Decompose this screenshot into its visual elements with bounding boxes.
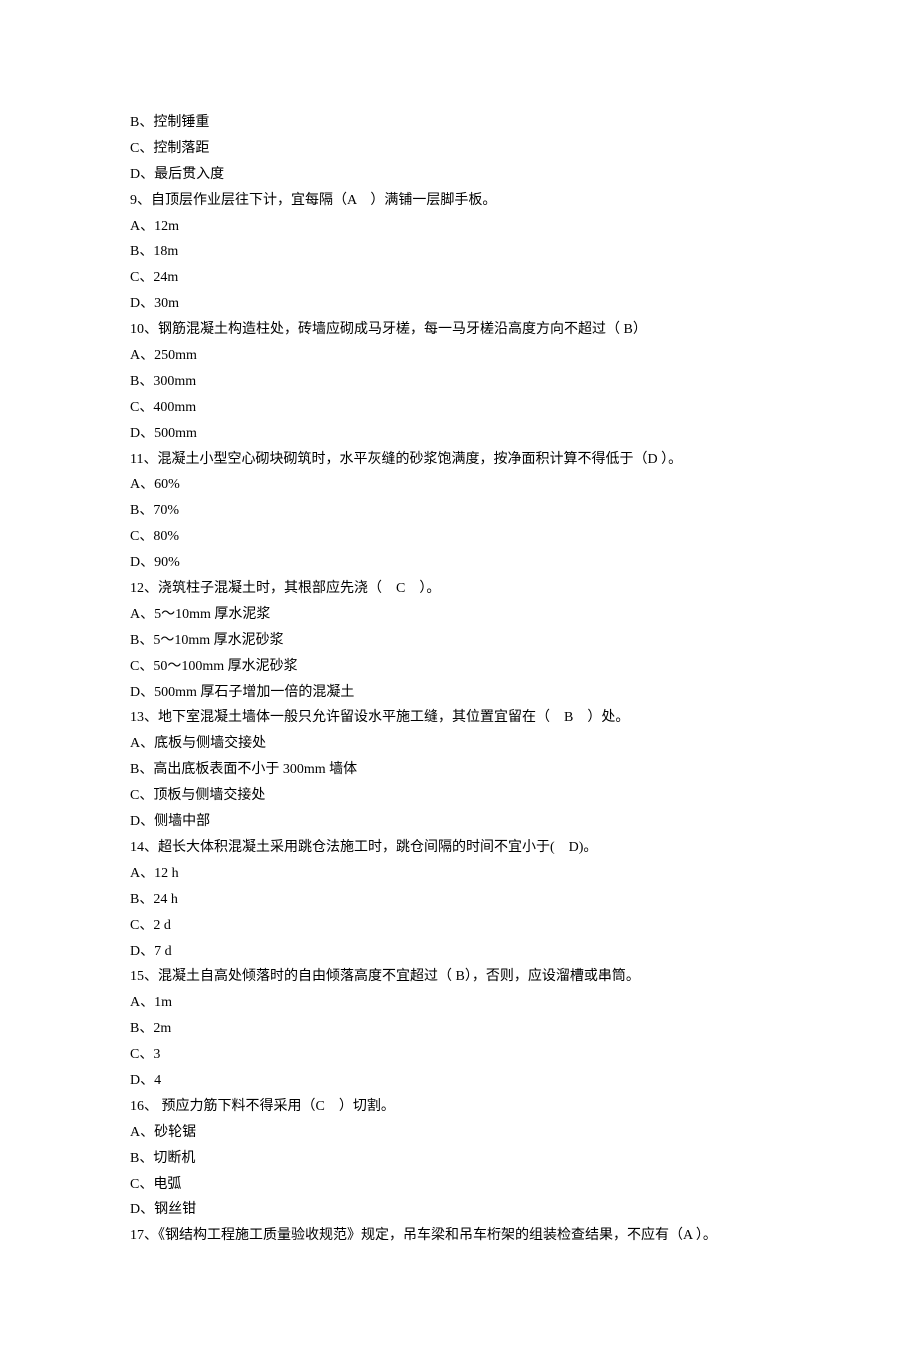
- text-line: A、12m: [130, 214, 790, 240]
- text-line: D、500mm 厚石子增加一倍的混凝土: [130, 680, 790, 706]
- text-line: 11、混凝土小型空心砌块砌筑时，水平灰缝的砂浆饱满度，按净面积计算不得低于（D …: [130, 447, 790, 473]
- text-line: B、2m: [130, 1016, 790, 1042]
- text-line: A、60%: [130, 472, 790, 498]
- text-line: A、1m: [130, 990, 790, 1016]
- text-line: A、250mm: [130, 343, 790, 369]
- text-line: C、2 d: [130, 913, 790, 939]
- text-line: B、高出底板表面不小于 300mm 墙体: [130, 757, 790, 783]
- text-line: 15、混凝土自高处倾落时的自由倾落高度不宜超过（ B），否则，应设溜槽或串筒。: [130, 964, 790, 990]
- text-line: D、侧墙中部: [130, 809, 790, 835]
- text-line: 14、超长大体积混凝土采用跳仓法施工时，跳仓间隔的时间不宜小于( D)。: [130, 835, 790, 861]
- text-line: C、24m: [130, 265, 790, 291]
- text-line: B、18m: [130, 239, 790, 265]
- text-line: D、90%: [130, 550, 790, 576]
- document-page: B、控制锤重 C、控制落距 D、最后贯入度 9、自顶层作业层往下计，宜每隔（A …: [0, 0, 920, 1359]
- text-line: C、3: [130, 1042, 790, 1068]
- text-line: D、4: [130, 1068, 790, 1094]
- text-line: 13、地下室混凝土墙体一般只允许留设水平施工缝，其位置宜留在（ B ）处。: [130, 705, 790, 731]
- text-line: C、电弧: [130, 1172, 790, 1198]
- text-line: 9、自顶层作业层往下计，宜每隔（A ）满铺一层脚手板。: [130, 188, 790, 214]
- text-line: B、24 h: [130, 887, 790, 913]
- text-line: C、400mm: [130, 395, 790, 421]
- text-line: D、钢丝钳: [130, 1197, 790, 1223]
- text-line: B、切断机: [130, 1146, 790, 1172]
- text-line: B、5～10mm 厚水泥砂浆: [130, 628, 790, 654]
- text-line: C、50～100mm 厚水泥砂浆: [130, 654, 790, 680]
- text-line: D、30m: [130, 291, 790, 317]
- text-line: B、70%: [130, 498, 790, 524]
- text-line: 16、 预应力筋下料不得采用（C ）切割。: [130, 1094, 790, 1120]
- text-line: 12、浇筑柱子混凝土时，其根部应先浇（ C ）。: [130, 576, 790, 602]
- text-line: A、12 h: [130, 861, 790, 887]
- text-line: D、最后贯入度: [130, 162, 790, 188]
- text-line: D、500mm: [130, 421, 790, 447]
- text-line: B、控制锤重: [130, 110, 790, 136]
- text-line: A、5～10mm 厚水泥浆: [130, 602, 790, 628]
- text-line: 17、《钢结构工程施工质量验收规范》规定，吊车梁和吊车桁架的组装检查结果，不应有…: [130, 1223, 790, 1249]
- text-line: A、砂轮锯: [130, 1120, 790, 1146]
- text-line: D、7 d: [130, 939, 790, 965]
- text-line: B、300mm: [130, 369, 790, 395]
- text-line: 10、钢筋混凝土构造柱处，砖墙应砌成马牙槎，每一马牙槎沿高度方向不超过（ B）: [130, 317, 790, 343]
- text-line: C、顶板与侧墙交接处: [130, 783, 790, 809]
- text-line: C、80%: [130, 524, 790, 550]
- text-line: C、控制落距: [130, 136, 790, 162]
- text-line: A、底板与侧墙交接处: [130, 731, 790, 757]
